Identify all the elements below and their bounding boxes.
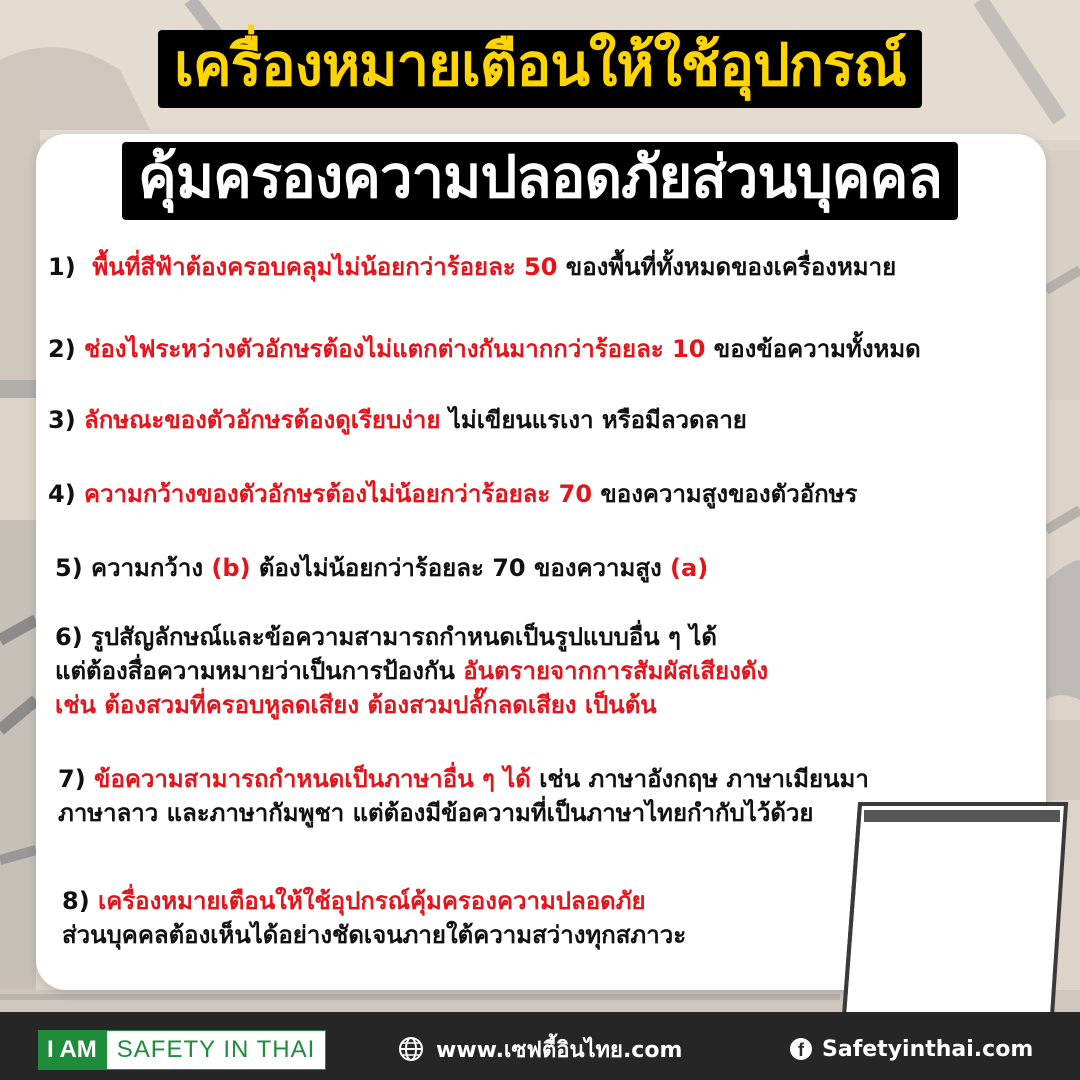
rule-highlight-a: (a) xyxy=(670,554,709,582)
rule-line-1: 7) ข้อความสามารถกำหนดเป็นภาษาอื่น ๆ ได้ … xyxy=(58,762,869,796)
rule-line-2: แต่ต้องสื่อความหมายว่าเป็นการป้องกัน อัน… xyxy=(55,654,768,688)
rule-number: 3) xyxy=(48,406,76,434)
rule-item-8: 8) เครื่องหมายเตือนให้ใช้อุปกรณ์คุ้มครอง… xyxy=(62,884,686,952)
rule-highlight: ข้อความสามารถกำหนดเป็นภาษาอื่น ๆ ได้ xyxy=(94,765,531,793)
rule-highlight: พื้นที่สีฟ้าต้องครอบคลุมไม่น้อยกว่าร้อยล… xyxy=(92,253,558,281)
rule-item-3: 3) ลักษณะของตัวอักษรต้องดูเรียบง่าย ไม่เ… xyxy=(48,403,747,437)
website-text: www.เซฟตี้อินไทย.com xyxy=(436,1037,683,1063)
rule-item-4: 4) ความกว้างของตัวอักษรต้องไม่น้อยกว่าร้… xyxy=(48,477,857,511)
rule-item-1: 1) พื้นที่สีฟ้าต้องครอบคลุมไม่น้อยกว่าร้… xyxy=(48,250,896,284)
sign-board-illustration xyxy=(842,802,1069,1018)
globe-icon xyxy=(399,1037,423,1061)
logo-safety-in-thai: SAFETY IN THAI xyxy=(105,1030,327,1070)
rule-number: 4) xyxy=(48,480,76,508)
website-link[interactable]: www.เซฟตี้อินไทย.com xyxy=(398,1030,682,1068)
rule-text: ต้องไม่น้อยกว่าร้อยละ 70 ของความสูง xyxy=(250,554,671,582)
rule-line-1: 6) รูปสัญลักษณ์และข้อความสามารถกำหนดเป็น… xyxy=(55,620,768,654)
brand-logo[interactable]: I AM SAFETY IN THAI xyxy=(38,1030,327,1070)
rule-text: แต่ต้องสื่อความหมายว่าเป็นการป้องกัน xyxy=(55,657,464,686)
rule-text: ไม่เขียนแรเงา หรือมีลวดลาย xyxy=(440,406,747,434)
rule-number: 6) xyxy=(55,623,83,651)
rule-text: ของพื้นที่ทั้งหมดของเครื่องหมาย xyxy=(557,253,897,281)
rule-text: เช่น ภาษาอังกฤษ ภาษาเมียนมา xyxy=(530,765,869,793)
facebook-text: Safetyinthai.com xyxy=(822,1036,1034,1062)
rule-item-2: 2) ช่องไฟระหว่างตัวอักษรต้องไม่แตกต่างกั… xyxy=(48,332,921,366)
rule-line-3: เช่น ต้องสวมที่ครอบหูลดเสียง ต้องสวมปลั๊… xyxy=(55,691,657,720)
rule-item-6: 6) รูปสัญลักษณ์และข้อความสามารถกำหนดเป็น… xyxy=(55,620,768,722)
rule-highlight: ช่องไฟระหว่างตัวอักษรต้องไม่แตกต่างกันมา… xyxy=(84,335,706,363)
rule-number: 2) xyxy=(48,335,76,363)
rule-highlight: ความกว้างของตัวอักษรต้องไม่น้อยกว่าร้อยล… xyxy=(84,480,593,508)
rule-item-7: 7) ข้อความสามารถกำหนดเป็นภาษาอื่น ๆ ได้ … xyxy=(58,762,869,830)
rule-text: ของข้อความทั้งหมด xyxy=(705,335,921,363)
logo-iam: I AM xyxy=(38,1030,106,1070)
rule-line-2: ภาษาลาว และภาษากัมพูชา แต่ต้องมีข้อความท… xyxy=(58,799,814,828)
page: เครื่องหมายเตือนให้ใช้อุปกรณ์ คุ้มครองคว… xyxy=(0,0,1080,1080)
rule-highlight-b: (b) xyxy=(211,554,251,582)
facebook-icon: f xyxy=(790,1038,812,1060)
rule-text: ของความสูงของตัวอักษร xyxy=(592,480,858,508)
rule-highlight: เครื่องหมายเตือนให้ใช้อุปกรณ์คุ้มครองควา… xyxy=(98,887,646,915)
rule-item-5: 5) ความกว้าง (b) ต้องไม่น้อยกว่าร้อยละ 7… xyxy=(55,551,708,585)
rule-number: 1) xyxy=(48,253,76,281)
rule-number: 8) xyxy=(62,887,90,915)
rule-highlight: ลักษณะของตัวอักษรต้องดูเรียบง่าย xyxy=(84,406,441,434)
rule-line-2: ส่วนบุคคลต้องเห็นได้อย่างชัดเจนภายใต้ควา… xyxy=(62,921,687,950)
rule-number: 5) xyxy=(55,554,83,582)
rule-highlight: อันตรายจากการสัมผัสเสียงดัง xyxy=(463,657,769,686)
title-line-2: คุ้มครองความปลอดภัยส่วนบุคคล xyxy=(0,142,1080,220)
rule-line-1: 8) เครื่องหมายเตือนให้ใช้อุปกรณ์คุ้มครอง… xyxy=(62,884,686,918)
rule-text: รูปสัญลักษณ์และข้อความสามารถกำหนดเป็นรูป… xyxy=(91,623,717,651)
rule-text: ความกว้าง xyxy=(91,554,212,582)
title-line-2-text: คุ้มครองความปลอดภัยส่วนบุคคล xyxy=(122,142,958,220)
facebook-link[interactable]: f Safetyinthai.com xyxy=(790,1030,1033,1068)
rule-number: 7) xyxy=(58,765,86,793)
